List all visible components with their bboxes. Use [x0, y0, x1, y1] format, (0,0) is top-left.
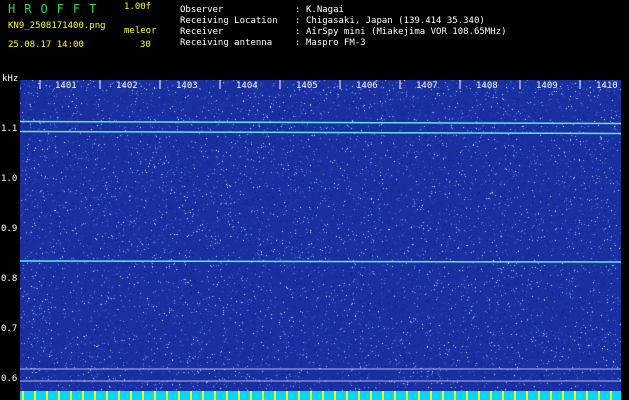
bottom-marker	[142, 391, 144, 400]
x-tick-label: 1402	[116, 81, 138, 91]
bottom-marker	[610, 391, 612, 400]
bottom-marker	[550, 391, 552, 400]
bottom-marker	[562, 391, 564, 400]
bottom-marker	[442, 391, 444, 400]
bottom-marker	[154, 391, 156, 400]
version-label: 1.00f	[124, 2, 152, 12]
y-tick-label: 0.7	[1, 324, 18, 334]
bottom-marker	[94, 391, 96, 400]
bottom-marker	[46, 391, 48, 400]
bottom-marker	[514, 391, 516, 400]
bottom-marker	[466, 391, 468, 400]
bottom-marker	[286, 391, 288, 400]
bottom-marker	[454, 391, 456, 400]
y-tick-label: 0.8	[1, 274, 18, 284]
bottom-marker	[310, 391, 312, 400]
bottom-marker	[262, 391, 264, 400]
count-label: 30	[140, 40, 151, 50]
x-tick-label: 1407	[416, 81, 438, 91]
bottom-marker	[106, 391, 108, 400]
bottom-marker	[598, 391, 600, 400]
x-tick-label: 1406	[356, 81, 378, 91]
bottom-marker	[58, 391, 60, 400]
app-title: HROFFT	[8, 2, 106, 16]
bottom-marker	[178, 391, 180, 400]
bottom-marker	[526, 391, 528, 400]
bottom-marker	[130, 391, 132, 400]
filename-label: KN9_2508171400.png	[8, 21, 106, 31]
bottom-marker	[202, 391, 204, 400]
info-separator: :	[295, 27, 301, 37]
x-tick-label: 1405	[296, 81, 318, 91]
bottom-marker	[430, 391, 432, 400]
info-separator: :	[295, 38, 301, 48]
bottom-marker	[166, 391, 168, 400]
signal-line	[20, 260, 621, 263]
bottom-marker	[502, 391, 504, 400]
bottom-marker	[406, 391, 408, 400]
y-tick-label: 0.6	[1, 374, 18, 384]
spectrogram	[20, 80, 621, 400]
y-tick-label: 1.0	[1, 174, 18, 184]
bottom-marker	[70, 391, 72, 400]
signal-line	[20, 120, 621, 125]
y-axis-unit: kHz	[2, 74, 19, 84]
info-value: AirSpy mini (Miakejima VOR 108.65MHz)	[306, 27, 507, 37]
bottom-marker	[346, 391, 348, 400]
info-separator: :	[295, 5, 301, 15]
bottom-marker	[118, 391, 120, 400]
bottom-marker	[250, 391, 252, 400]
bottom-marker	[322, 391, 324, 400]
x-tick-label: 1401	[55, 81, 77, 91]
bottom-marker	[586, 391, 588, 400]
bottom-marker	[190, 391, 192, 400]
x-tick-label: 1404	[236, 81, 258, 91]
info-label: Observer	[180, 5, 224, 15]
info-label: Receiving Location	[180, 16, 278, 26]
info-label: Receiver	[180, 27, 224, 37]
datetime-label: 25.08.17 14:00	[8, 40, 84, 50]
bottom-marker	[382, 391, 384, 400]
bottom-marker	[394, 391, 396, 400]
bottom-marker	[478, 391, 480, 400]
x-tick-label: 1409	[536, 81, 558, 91]
x-tick-label: 1403	[176, 81, 198, 91]
spectrogram-overlay	[20, 80, 621, 400]
bottom-marker	[490, 391, 492, 400]
y-tick-label: 0.9	[1, 224, 18, 234]
bottom-marker	[22, 391, 24, 400]
bottom-marker	[370, 391, 372, 400]
info-label: Receiving antenna	[180, 38, 273, 48]
hrofft-window: HROFFT 1.00f KN9_2508171400.png meleor 2…	[0, 0, 629, 400]
info-value: K.Nagai	[306, 5, 344, 15]
info-value: Chigasaki, Japan (139.414 35.340)	[306, 16, 485, 26]
bottom-marker	[34, 391, 36, 400]
y-tick-label: 1.1	[1, 124, 18, 134]
info-separator: :	[295, 16, 301, 26]
bottom-marker	[238, 391, 240, 400]
bottom-marker	[334, 391, 336, 400]
bottom-marker	[538, 391, 540, 400]
bottom-marker	[274, 391, 276, 400]
bottom-marker	[82, 391, 84, 400]
bottom-band	[20, 391, 621, 400]
info-value: Maspro FM-3	[306, 38, 366, 48]
bottom-marker	[298, 391, 300, 400]
x-tick-label: 1410	[596, 81, 618, 91]
bottom-marker	[574, 391, 576, 400]
bottom-marker	[418, 391, 420, 400]
bottom-marker	[226, 391, 228, 400]
bottom-marker	[358, 391, 360, 400]
x-tick-label: 1408	[476, 81, 498, 91]
signal-line	[20, 130, 621, 135]
bottom-marker	[214, 391, 216, 400]
mode-label: meleor	[124, 26, 157, 36]
